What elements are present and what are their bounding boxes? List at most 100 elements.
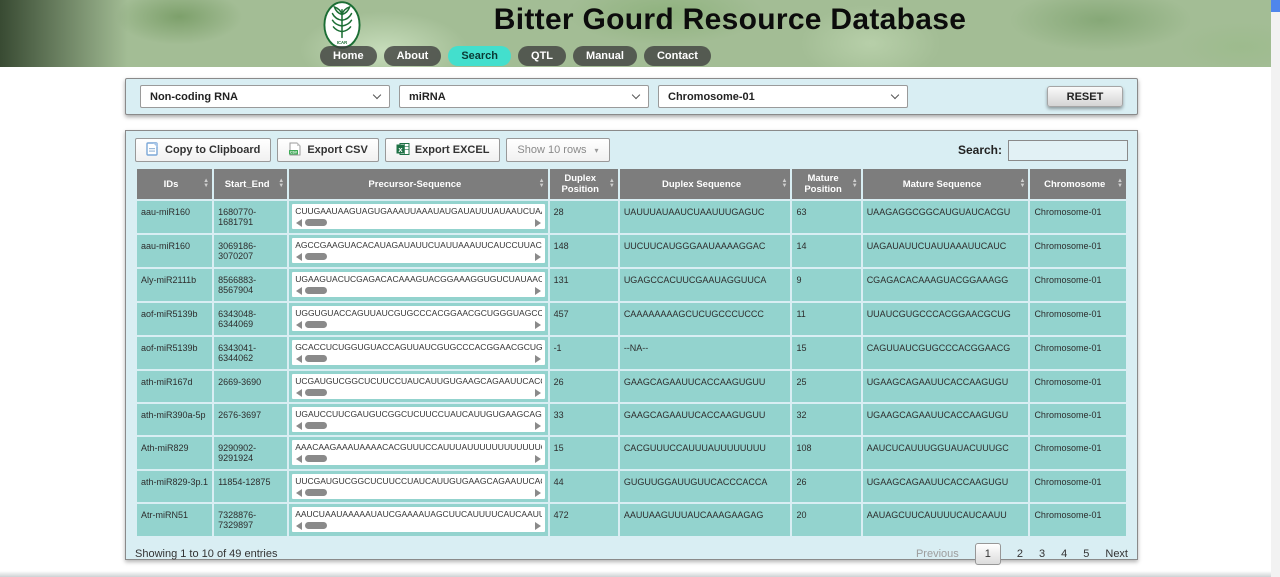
precursor-sequence-box[interactable]: CUUGAAUAAGUAGUGAAAUUAAAUAUGAUAUUUAUAAUCU…	[292, 204, 544, 229]
scroll-right-icon[interactable]	[535, 422, 541, 430]
chromosome-select[interactable]: Chromosome-01	[658, 85, 908, 108]
sequence-scrollbar[interactable]	[295, 487, 541, 498]
sort-icon[interactable]: ▲▼	[539, 179, 545, 189]
scroll-thumb[interactable]	[305, 355, 327, 362]
scroll-left-icon[interactable]	[296, 321, 302, 329]
scroll-thumb[interactable]	[305, 219, 327, 226]
scroll-thumb[interactable]	[305, 253, 327, 260]
sort-icon[interactable]: ▲▼	[781, 179, 787, 189]
scroll-right-icon[interactable]	[535, 522, 541, 530]
sort-icon[interactable]: ▲▼	[609, 179, 615, 189]
sort-icon[interactable]: ▲▼	[203, 179, 209, 189]
sort-icon[interactable]: ▲▼	[278, 179, 284, 189]
scroll-left-icon[interactable]	[296, 355, 302, 363]
nav-search[interactable]: Search	[448, 46, 511, 66]
scroll-thumb[interactable]	[305, 422, 327, 429]
pagination-page-4[interactable]: 4	[1061, 548, 1067, 560]
precursor-sequence-box[interactable]: GCACCUCUGGUGUACCAGUUAUCGUGCCCACGGAACGCUG…	[292, 340, 544, 365]
scroll-thumb[interactable]	[305, 489, 327, 496]
precursor-sequence-box[interactable]: UGAAGUACUCGAGACACAAAGUACGGAAAGGUGUCUAUAA…	[292, 272, 544, 297]
scroll-right-icon[interactable]	[535, 489, 541, 497]
show-rows-dropdown[interactable]: Show 10 rows ▾	[506, 138, 609, 162]
pagination-page-5[interactable]: 5	[1083, 548, 1089, 560]
precursor-sequence-box[interactable]: AGCCGAAGUACACAUAGAUAUUCUAUUAAAUUCAUCCUUA…	[292, 238, 544, 263]
scroll-thumb[interactable]	[305, 321, 327, 328]
export-excel-button[interactable]: x Export EXCEL	[385, 138, 501, 162]
browser-scrollbar[interactable]	[1271, 0, 1280, 577]
cell-precursor: AGCCGAAGUACACAUAGAUAUUCUAUUAAAUUCAUCCUUA…	[289, 235, 547, 267]
scrollbar-thumb[interactable]	[1271, 0, 1280, 12]
cell-duplex-sequence: GAAGCAGAAUUCACCAAGUGUU	[620, 404, 791, 435]
copy-to-clipboard-button[interactable]: Copy to Clipboard	[135, 138, 271, 162]
pagination-next[interactable]: Next	[1105, 548, 1128, 560]
sequence-scrollbar[interactable]	[295, 453, 541, 464]
sequence-scrollbar[interactable]	[295, 387, 541, 398]
table-footer: Showing 1 to 10 of 49 entries Previous12…	[135, 543, 1128, 565]
precursor-sequence-box[interactable]: AAUCUAAUAAAAAUAUCGAAAAUAGCUUCAUUUUCAUCAA…	[292, 507, 544, 532]
scroll-right-icon[interactable]	[535, 219, 541, 227]
column-header-ids[interactable]: IDs▲▼	[137, 169, 212, 199]
pagination-page-2[interactable]: 2	[1017, 548, 1023, 560]
cell-duplex-sequence: UUCUUCAUGGGAAUAAAAGGAC	[620, 235, 791, 267]
nav-home[interactable]: Home	[320, 46, 377, 66]
sequence-scrollbar[interactable]	[295, 520, 541, 531]
column-header-chromosome[interactable]: Chromosome▲▼	[1030, 169, 1126, 199]
pagination-page-3[interactable]: 3	[1039, 548, 1045, 560]
scroll-thumb[interactable]	[305, 455, 327, 462]
scroll-thumb[interactable]	[305, 389, 327, 396]
sequence-scrollbar[interactable]	[295, 285, 541, 296]
scroll-left-icon[interactable]	[296, 389, 302, 397]
sequence-scrollbar[interactable]	[295, 319, 541, 330]
nav-contact[interactable]: Contact	[644, 46, 711, 66]
sort-icon[interactable]: ▲▼	[1117, 179, 1123, 189]
column-header-mature-sequence[interactable]: Mature Sequence▲▼	[863, 169, 1029, 199]
sequence-scrollbar[interactable]	[295, 420, 541, 431]
scroll-right-icon[interactable]	[535, 287, 541, 295]
column-header-start-end[interactable]: Start_End▲▼	[214, 169, 287, 199]
scroll-left-icon[interactable]	[296, 489, 302, 497]
cell-precursor: GCACCUCUGGUGUACCAGUUAUCGUGCCCACGGAACGCUG…	[289, 337, 547, 369]
scroll-left-icon[interactable]	[296, 287, 302, 295]
sequence-scrollbar[interactable]	[295, 217, 541, 228]
precursor-sequence-box[interactable]: AAACAAGAAAUAAAACACGUUUCCAUUUAUUUUUUUUUUU…	[292, 440, 544, 465]
results-table: IDs▲▼Start_End▲▼Precursor-Sequence▲▼Dupl…	[135, 167, 1128, 538]
export-csv-button[interactable]: CSV Export CSV	[277, 138, 379, 162]
scroll-left-icon[interactable]	[296, 455, 302, 463]
scroll-thumb[interactable]	[305, 522, 327, 529]
scroll-right-icon[interactable]	[535, 389, 541, 397]
column-header-precursor-sequence[interactable]: Precursor-Sequence▲▼	[289, 169, 547, 199]
sequence-scrollbar[interactable]	[295, 353, 541, 364]
scroll-right-icon[interactable]	[535, 321, 541, 329]
cell-chromosome: Chromosome-01	[1030, 371, 1126, 402]
nav-qtl[interactable]: QTL	[518, 46, 566, 66]
precursor-sequence-box[interactable]: UGAUCCUUCGAUGUCGGCUCUUCCUAUCAUUGUGAAGCAG…	[292, 407, 544, 432]
precursor-sequence-box[interactable]: UGGUGUACCAGUUAUCGUGCCCACGGAACGCUGGGUAGCC…	[292, 306, 544, 331]
scroll-right-icon[interactable]	[535, 455, 541, 463]
column-header-duplex-sequence[interactable]: Duplex Sequence▲▼	[620, 169, 791, 199]
pagination-previous[interactable]: Previous	[916, 548, 959, 560]
precursor-sequence-box[interactable]: UUCGAUGUCGGCUCUUCCUAUCAUUGUGAAGCAGAAUUCA…	[292, 474, 544, 499]
cell-duplex-position: -1	[550, 337, 618, 369]
pagination-page-1[interactable]: 1	[975, 543, 1001, 565]
scroll-left-icon[interactable]	[296, 422, 302, 430]
rna-subtype-select[interactable]: miRNA	[399, 85, 649, 108]
sort-icon[interactable]: ▲▼	[1019, 179, 1025, 189]
scroll-right-icon[interactable]	[535, 355, 541, 363]
search-input[interactable]	[1008, 140, 1128, 161]
cell-mature-position: 14	[792, 235, 860, 267]
scroll-thumb[interactable]	[305, 287, 327, 294]
scroll-right-icon[interactable]	[535, 253, 541, 261]
nav-about[interactable]: About	[384, 46, 442, 66]
rna-type-select[interactable]: Non-coding RNA	[140, 85, 390, 108]
column-header-duplex-position[interactable]: Duplex Position▲▼	[550, 169, 618, 199]
precursor-sequence-box[interactable]: UCGAUGUCGGCUCUUCCUAUCAUUGUGAAGCAGAAUUCAC…	[292, 374, 544, 399]
sequence-scrollbar[interactable]	[295, 251, 541, 262]
svg-text:CSV: CSV	[290, 150, 298, 154]
column-header-mature-position[interactable]: Mature Position▲▼	[792, 169, 860, 199]
sort-icon[interactable]: ▲▼	[852, 179, 858, 189]
scroll-left-icon[interactable]	[296, 253, 302, 261]
reset-button[interactable]: RESET	[1047, 86, 1123, 107]
scroll-left-icon[interactable]	[296, 219, 302, 227]
nav-manual[interactable]: Manual	[573, 46, 637, 66]
scroll-left-icon[interactable]	[296, 522, 302, 530]
